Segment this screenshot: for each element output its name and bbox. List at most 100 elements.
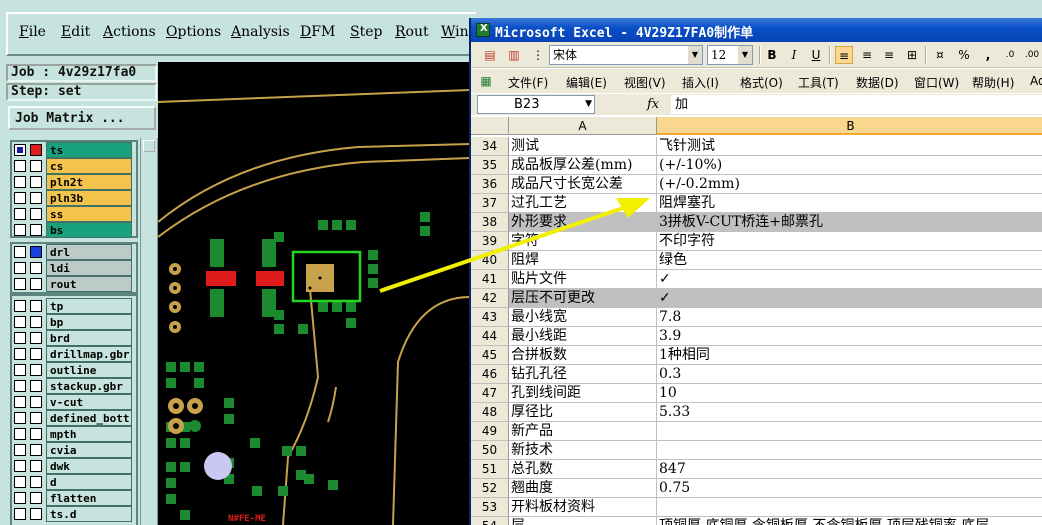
layer-name[interactable]: ss [46,206,132,222]
layer-display-checkbox[interactable] [14,246,26,258]
layer-name[interactable]: tp [46,298,132,314]
layer-affected-checkbox[interactable] [30,224,42,236]
cell-b[interactable]: (+/-10%) [657,156,1042,175]
layer-display-checkbox[interactable] [14,224,26,236]
layer-name[interactable]: ts.d [46,506,132,522]
row-header[interactable]: 50 [471,441,509,460]
cell-a[interactable]: 钻孔孔径 [509,365,657,384]
column-header-a[interactable]: A [509,117,657,135]
cell-b[interactable]: 绿色 [657,251,1042,270]
layer-affected-checkbox[interactable] [30,348,42,360]
toolbar-options-icon[interactable]: ⋮ [529,46,547,64]
cell-b[interactable]: 3拼板V-CUT桥连+邮票孔 [657,213,1042,232]
cell-a[interactable]: 字符 [509,232,657,251]
layer-name[interactable]: mpth [46,426,132,442]
layer-name[interactable]: stackup.gbr [46,378,132,394]
layer-display-checkbox[interactable] [14,428,26,440]
layer-affected-checkbox[interactable] [30,176,42,188]
cell-b[interactable]: 1种相同 [657,346,1042,365]
menu-data[interactable]: 数据(D) [856,74,899,91]
layer-name[interactable]: drillmap.gbr [46,346,132,362]
layer-affected-checkbox[interactable] [30,444,42,456]
layer-display-checkbox[interactable] [14,192,26,204]
menu-dfm[interactable]: DFM [300,24,335,40]
layer-display-checkbox[interactable] [14,278,26,290]
row-header[interactable]: 49 [471,422,509,441]
layer-display-checkbox[interactable] [14,460,26,472]
row-header[interactable]: 43 [471,308,509,327]
layer-name[interactable]: cs [46,158,132,174]
cell-a[interactable]: 成品板厚公差(mm) [509,156,657,175]
cell-b[interactable]: 阻焊塞孔 [657,194,1042,213]
align-left-icon[interactable]: ≡ [835,46,853,64]
row-header[interactable]: 45 [471,346,509,365]
name-box[interactable]: B23 ▼ [477,95,595,114]
row-header[interactable]: 37 [471,194,509,213]
cell-a[interactable]: 孔到线间距 [509,384,657,403]
layer-name[interactable]: bs [46,222,132,238]
cell-a[interactable]: 厚径比 [509,403,657,422]
cell-a[interactable]: 最小线宽 [509,308,657,327]
layer-name[interactable]: ldi [46,260,132,276]
layer-name[interactable]: ts [46,142,132,158]
layer-affected-checkbox[interactable] [30,476,42,488]
cell-a[interactable]: 成品尺寸长宽公差 [509,175,657,194]
menu-view[interactable]: 视图(V) [624,74,666,91]
layer-display-checkbox[interactable] [14,160,26,172]
layer-display-checkbox[interactable] [14,208,26,220]
cell-b[interactable]: (+/-0.2mm) [657,175,1042,194]
layer-display-checkbox[interactable] [14,262,26,274]
job-matrix-button[interactable]: Job Matrix ... [8,106,156,130]
layer-affected-checkbox[interactable] [30,412,42,424]
scroll-up-arrow-icon[interactable] [143,140,155,152]
row-header[interactable]: 39 [471,232,509,251]
menu-insert[interactable]: 插入(I) [682,74,719,91]
cell-a[interactable]: 层 [509,517,657,525]
layer-name[interactable]: pln3b [46,190,132,206]
cell-a[interactable]: 测试 [509,137,657,156]
layer-name[interactable]: d [46,474,132,490]
row-header[interactable]: 44 [471,327,509,346]
chevron-down-icon[interactable]: ▼ [585,96,592,113]
layer-display-checkbox[interactable] [14,476,26,488]
pdf-icon[interactable]: ▤ [481,46,499,64]
fx-icon[interactable]: fx [647,97,659,112]
row-header[interactable]: 35 [471,156,509,175]
cell-a[interactable]: 新产品 [509,422,657,441]
cell-a[interactable]: 阻焊 [509,251,657,270]
layer-affected-checkbox[interactable] [30,208,42,220]
menu-tools[interactable]: 工具(T) [798,74,839,91]
layer-affected-checkbox[interactable] [30,300,42,312]
row-header[interactable]: 51 [471,460,509,479]
menu-actions[interactable]: Actions [103,24,156,40]
cell-b[interactable]: 0.3 [657,365,1042,384]
cell-a[interactable]: 总孔数 [509,460,657,479]
menu-step[interactable]: Step [350,24,382,40]
excel-titlebar[interactable]: Microsoft Excel - 4V29Z17FA0制作单 [471,18,1042,42]
layer-affected-checkbox[interactable] [30,160,42,172]
cell-b[interactable] [657,422,1042,441]
row-header[interactable]: 38 [471,213,509,232]
menu-window[interactable]: 窗口(W) [914,74,959,91]
cell-b[interactable]: ✓ [657,270,1042,289]
layer-affected-checkbox[interactable] [30,246,42,258]
menu-format[interactable]: 格式(O) [740,74,783,91]
cell-b[interactable]: 0.75 [657,479,1042,498]
cell-b[interactable] [657,498,1042,517]
row-header[interactable]: 48 [471,403,509,422]
row-header[interactable]: 34 [471,137,509,156]
cell-b[interactable]: ✓ [657,289,1042,308]
bold-button[interactable]: B [763,46,781,64]
layer-name[interactable]: rout [46,276,132,292]
percent-button[interactable]: % [955,46,973,64]
layer-name[interactable]: bp [46,314,132,330]
layer-display-checkbox[interactable] [14,396,26,408]
layer-affected-checkbox[interactable] [30,192,42,204]
cell-b[interactable]: 顶铜厚 底铜厚 含铜板厚 不含铜板厚 顶层残铜率 底层 [657,517,1042,525]
layer-display-checkbox[interactable] [14,508,26,520]
cell-b[interactable]: 3.9 [657,327,1042,346]
row-header[interactable]: 53 [471,498,509,517]
layer-name[interactable]: defined_bott [46,410,132,426]
chevron-down-icon[interactable]: ▼ [738,46,752,64]
cell-a[interactable]: 最小线距 [509,327,657,346]
